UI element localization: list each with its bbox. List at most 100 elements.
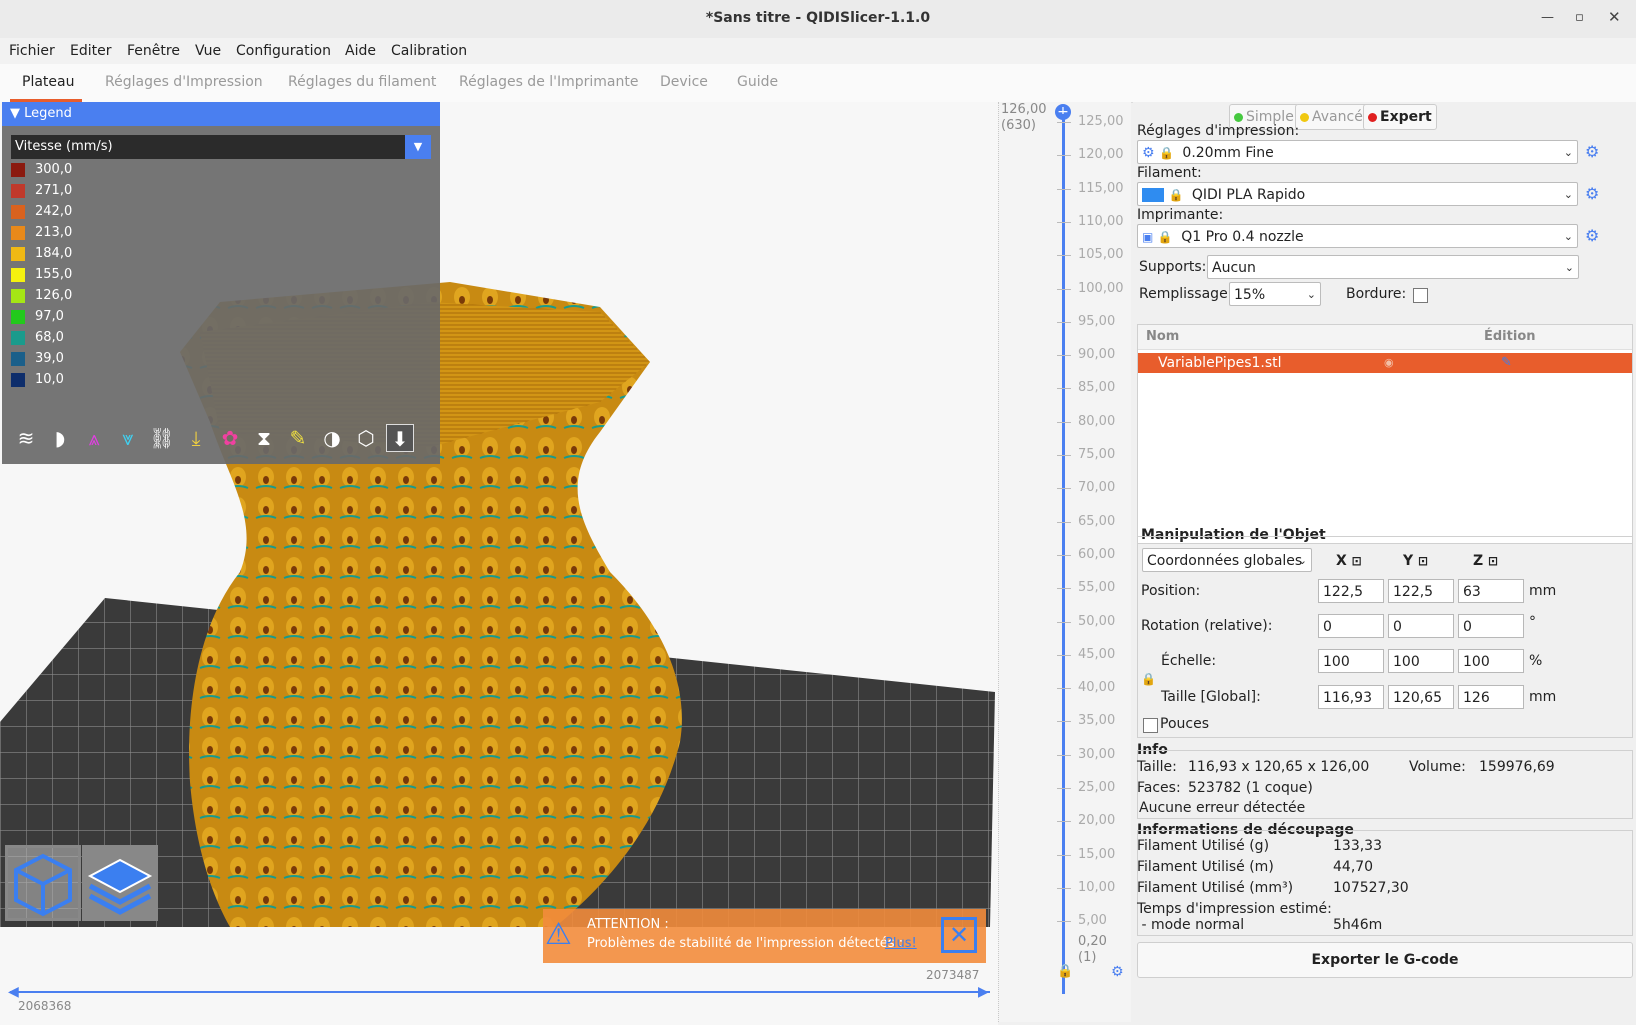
- legend-item: 10,0: [11, 372, 64, 392]
- menu-configuration[interactable]: Configuration: [236, 43, 331, 59]
- printer-edit-gear-icon[interactable]: ⚙: [1585, 226, 1599, 245]
- tab-plateau[interactable]: Plateau: [22, 74, 74, 90]
- mode-advanced-button[interactable]: Avancé: [1295, 104, 1368, 130]
- slider-top-layer: (630): [1001, 118, 1036, 133]
- menu-fenetre[interactable]: Fenêtre: [127, 43, 180, 59]
- edit-icon[interactable]: ✎: [1501, 353, 1512, 373]
- position-z-field[interactable]: 63: [1458, 579, 1524, 603]
- pause-icon[interactable]: ⧗: [250, 424, 278, 452]
- filament-g-label: Filament Utilisé (g): [1137, 838, 1270, 854]
- slider-right-value: 2073487: [926, 968, 980, 982]
- slider-tick: [1057, 554, 1071, 556]
- warning-close-icon[interactable]: ✕: [941, 917, 977, 953]
- dropdown-arrow-icon[interactable]: ▼: [405, 135, 431, 159]
- maximize-icon[interactable]: ▫: [1575, 10, 1584, 25]
- rotation-y-field[interactable]: 0: [1388, 614, 1454, 638]
- infill-combo[interactable]: 15% ⌄: [1229, 282, 1321, 306]
- menu-editer[interactable]: Editer: [70, 43, 111, 59]
- object-list[interactable]: Nom Édition VariablePipes1.stl ◉ ✎: [1137, 324, 1633, 544]
- slider-settings-gear-icon[interactable]: ⚙: [1111, 964, 1124, 980]
- slider-right-arrow-icon[interactable]: ▶: [978, 984, 989, 1000]
- size-z-field[interactable]: 126: [1458, 685, 1524, 709]
- tab-filament-settings[interactable]: Réglages du filament: [288, 74, 436, 90]
- size-y-field[interactable]: 120,65: [1388, 685, 1454, 709]
- warning-more-link[interactable]: Plus!: [885, 936, 917, 951]
- printer-combo[interactable]: ▣ 🔒 Q1 Pro 0.4 nozzle ⌄: [1137, 224, 1578, 248]
- tab-print-settings[interactable]: Réglages d'Impression: [105, 74, 263, 90]
- close-icon[interactable]: ✕: [1608, 8, 1621, 26]
- 3d-view-button[interactable]: [5, 845, 81, 921]
- print-settings-combo[interactable]: ⚙ 🔒 0.20mm Fine ⌄: [1137, 140, 1578, 164]
- scale-z-field[interactable]: 100: [1458, 649, 1524, 673]
- rotation-z-field[interactable]: 0: [1458, 614, 1524, 638]
- travel-icon[interactable]: ≋: [12, 424, 40, 452]
- legend-item: 126,0: [11, 288, 72, 308]
- color-change-icon[interactable]: ✿: [216, 424, 244, 452]
- tool-marker-icon[interactable]: ⬇: [386, 424, 414, 452]
- legend-value: 155,0: [35, 267, 73, 282]
- uniform-scale-lock-icon[interactable]: 🔒: [1141, 672, 1156, 686]
- object-row[interactable]: VariablePipes1.stl ◉ ✎: [1138, 353, 1632, 373]
- drop-to-bed-icon[interactable]: ⊡: [1418, 554, 1428, 568]
- menu-vue[interactable]: Vue: [195, 43, 221, 59]
- rotation-x-field[interactable]: 0: [1318, 614, 1384, 638]
- menu-calibration[interactable]: Calibration: [391, 43, 467, 59]
- horizontal-slider[interactable]: [10, 991, 990, 993]
- scale-x-field[interactable]: 100: [1318, 649, 1384, 673]
- tab-printer-settings[interactable]: Réglages de l'Imprimante: [459, 74, 639, 90]
- shells-icon[interactable]: ⬡: [352, 424, 380, 452]
- collapse-triangle-icon[interactable]: ▼: [10, 106, 20, 121]
- vertical-layer-slider[interactable]: 126,00 (630) + 125,00 120,00 115,00 110,00 1…: [998, 102, 1131, 1022]
- filament-combo[interactable]: 🔒 QIDI PLA Rapido ⌄: [1137, 182, 1578, 206]
- legend-swatch: [11, 351, 25, 366]
- wipe-icon[interactable]: ◗: [46, 424, 74, 452]
- slider-tick: [1057, 188, 1071, 190]
- print-settings-label: Réglages d'impression:: [1137, 123, 1300, 139]
- 3d-viewport[interactable]: ▼ Legend Vitesse (mm/s) ▼ 300,0 271,0 242,…: [0, 102, 998, 1025]
- legend-swatch: [11, 162, 25, 177]
- drop-to-bed-icon[interactable]: ⊡: [1352, 554, 1362, 568]
- legend-view-type-select[interactable]: Vitesse (mm/s) ▼: [11, 135, 431, 159]
- legend-value: 300,0: [35, 162, 73, 177]
- coordinates-combo[interactable]: Coordonnées globales ⌄: [1142, 548, 1312, 572]
- info-errors: Aucune erreur détectée: [1139, 800, 1306, 816]
- position-x-field[interactable]: 122,5: [1318, 579, 1384, 603]
- filament-edit-gear-icon[interactable]: ⚙: [1585, 184, 1599, 203]
- deretraction-icon[interactable]: ⩔: [114, 424, 142, 452]
- inches-checkbox[interactable]: [1143, 718, 1158, 733]
- export-gcode-button[interactable]: Exporter le G-code: [1137, 942, 1633, 978]
- custom-gcode-icon[interactable]: ✎: [284, 424, 312, 452]
- preset-lock-icon: 🔒: [1159, 146, 1174, 160]
- legend-view-type-value: Vitesse (mm/s): [15, 139, 113, 154]
- lock-icon[interactable]: 🔒: [1057, 964, 1073, 979]
- slider-tick: [1057, 521, 1071, 523]
- slider-tick-label: 30,00: [1078, 746, 1116, 762]
- position-y-field[interactable]: 122,5: [1388, 579, 1454, 603]
- legend-header[interactable]: ▼ Legend: [2, 102, 440, 126]
- size-x-field[interactable]: 116,93: [1318, 685, 1384, 709]
- tool-change-icon[interactable]: ⤓: [182, 424, 210, 452]
- slider-tick: [1057, 854, 1071, 856]
- mode-expert-button[interactable]: Expert: [1363, 104, 1437, 130]
- brim-checkbox[interactable]: [1413, 288, 1428, 303]
- eye-icon[interactable]: ◉: [1384, 353, 1394, 373]
- slider-bottom-value: 0,20: [1078, 934, 1107, 949]
- print-settings-edit-gear-icon[interactable]: ⚙: [1585, 142, 1599, 161]
- minimize-icon[interactable]: —: [1541, 10, 1554, 25]
- seams-icon[interactable]: ⛓: [148, 424, 176, 452]
- preview-view-button[interactable]: [82, 845, 158, 921]
- menu-fichier[interactable]: Fichier: [9, 43, 55, 59]
- drop-to-bed-icon[interactable]: ⊡: [1488, 554, 1498, 568]
- scale-y-field[interactable]: 100: [1388, 649, 1454, 673]
- tab-device[interactable]: Device: [660, 74, 708, 90]
- center-of-gravity-icon[interactable]: ◑: [318, 424, 346, 452]
- info-size-label: Taille:: [1137, 759, 1177, 775]
- tab-bar: Plateau Réglages d'Impression Réglages d…: [0, 64, 1636, 103]
- print-settings-value: 0.20mm Fine: [1182, 145, 1274, 161]
- supports-combo[interactable]: Aucun ⌄: [1207, 255, 1579, 279]
- menu-aide[interactable]: Aide: [345, 43, 376, 59]
- slider-tick-label: 55,00: [1078, 580, 1116, 596]
- tab-guide[interactable]: Guide: [737, 74, 778, 90]
- retraction-icon[interactable]: ⩓: [80, 424, 108, 452]
- slider-left-arrow-icon[interactable]: ◀: [8, 984, 19, 1000]
